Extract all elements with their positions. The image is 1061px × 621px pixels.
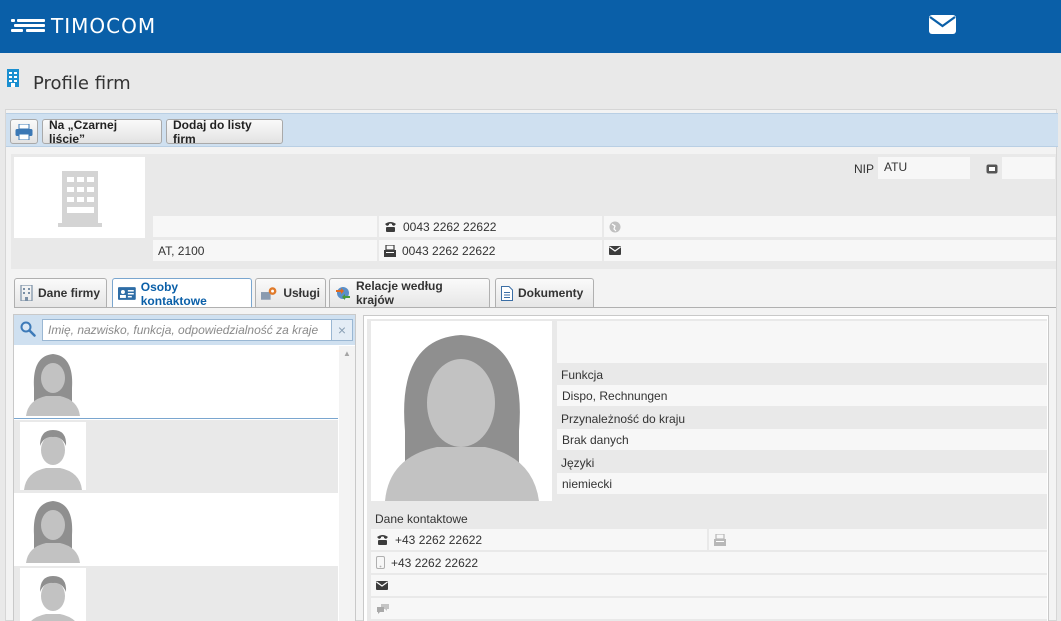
contact-phone-value: +43 2262 22622 xyxy=(395,532,483,547)
print-button[interactable] xyxy=(10,119,38,144)
mobile-phone-icon xyxy=(376,556,385,569)
tab-label: Osoby kontaktowe xyxy=(140,279,207,308)
contact-list-scrollbar[interactable]: ▲ xyxy=(339,346,355,621)
tab-services[interactable]: Usługi xyxy=(255,278,326,307)
services-icon xyxy=(261,287,277,300)
company-fax: 0043 2262 22622 xyxy=(379,240,602,261)
phone-icon xyxy=(385,222,396,232)
brand-name: TIMOCOM xyxy=(51,14,157,38)
male-avatar-icon xyxy=(20,422,86,490)
contact-detail-body: Funkcja Dispo, Rechnungen Przynależność … xyxy=(367,319,1047,621)
tab-label: Usługi xyxy=(283,286,320,300)
scroll-up-arrow-icon[interactable]: ▲ xyxy=(339,346,355,360)
search-bar: × xyxy=(14,315,355,345)
globe-icon xyxy=(609,221,621,232)
company-phone: 0043 2262 22622 xyxy=(379,216,602,237)
contact-list-panel: × ▲ xyxy=(13,314,356,621)
company-address: AT, 2100 xyxy=(153,240,377,261)
country-value: Brak danych xyxy=(557,429,1047,450)
envelope-icon[interactable] xyxy=(929,15,956,34)
company-website[interactable] xyxy=(604,216,1056,237)
female-avatar-icon xyxy=(20,495,86,563)
id-card-icon xyxy=(986,163,998,174)
female-avatar-icon xyxy=(371,321,552,501)
tab-label: Relacje według krajów xyxy=(356,279,443,307)
contact-detail-panel: Funkcja Dispo, Rechnungen Przynależność … xyxy=(363,315,1049,621)
tab-documents[interactable]: Dokumenty xyxy=(495,278,594,307)
toolbar: Na „Czarnej liście” Dodaj do listy firm xyxy=(6,113,1058,147)
contact-list-item[interactable] xyxy=(14,420,338,493)
nip-extra-field xyxy=(1002,157,1055,179)
company-header: NIP ATU 0043 2262 22622 AT, 2100 0043 22… xyxy=(11,154,1056,269)
add-to-list-button[interactable]: Dodaj do listy firm xyxy=(166,118,283,146)
globe-arrows-icon xyxy=(336,287,350,300)
logo-mark-icon xyxy=(11,19,45,33)
tab-country-relations[interactable]: Relacje według krajów xyxy=(329,278,490,307)
envelope-icon xyxy=(376,581,388,590)
document-icon xyxy=(501,285,513,301)
contact-email[interactable] xyxy=(371,575,1047,596)
female-avatar-icon xyxy=(20,348,86,416)
fax-icon xyxy=(714,533,726,546)
building-icon xyxy=(20,285,33,301)
blacklist-button[interactable]: Na „Czarnej liście” xyxy=(42,118,162,146)
function-label: Funkcja xyxy=(561,368,604,382)
tabs-divider xyxy=(14,307,1056,308)
clear-search-button[interactable]: × xyxy=(332,319,353,341)
page-header: Profile firm xyxy=(0,53,1061,109)
fax-icon xyxy=(384,244,396,257)
nip-field: ATU xyxy=(878,157,970,179)
contact-phone: +43 2262 22622 xyxy=(371,529,707,550)
top-bar: TIMOCOM xyxy=(0,0,1061,53)
tab-company-data[interactable]: Dane firmy xyxy=(14,278,107,307)
company-profile-panel: Na „Czarnej liście” Dodaj do listy firm … xyxy=(5,109,1058,621)
timocom-logo[interactable]: TIMOCOM xyxy=(11,13,156,39)
contact-mobile-value: +43 2262 22622 xyxy=(391,555,479,570)
tab-contact-persons[interactable]: Osoby kontaktowe xyxy=(112,278,252,308)
contact-search-input[interactable] xyxy=(42,319,332,341)
search-icon xyxy=(20,321,36,337)
contact-card-icon xyxy=(118,287,136,300)
company-fax-value: 0043 2262 22622 xyxy=(402,243,496,258)
contact-name-field xyxy=(557,321,1047,363)
tab-label: Dokumenty xyxy=(518,286,584,300)
function-value: Dispo, Rechnungen xyxy=(557,385,1047,406)
languages-label: Języki xyxy=(561,456,595,470)
contact-data-label: Dane kontaktowe xyxy=(375,512,468,526)
envelope-icon xyxy=(609,246,621,255)
company-logo-placeholder xyxy=(14,157,145,238)
tab-label: Dane firmy xyxy=(38,286,101,300)
company-email[interactable] xyxy=(604,240,1056,261)
contact-list-item[interactable] xyxy=(14,346,338,419)
country-label: Przynależność do kraju xyxy=(561,412,686,426)
printer-icon xyxy=(15,123,33,140)
contact-fax xyxy=(709,529,1047,550)
contact-list-item[interactable] xyxy=(14,493,338,566)
nip-label: NIP xyxy=(854,162,875,176)
male-avatar-icon xyxy=(20,568,86,621)
building-icon xyxy=(6,69,20,87)
contact-mobile: +43 2262 22622 xyxy=(371,552,1047,573)
phone-icon xyxy=(377,535,388,545)
company-name-line xyxy=(153,216,377,237)
contact-messenger[interactable] xyxy=(371,598,1047,619)
contact-list-item[interactable] xyxy=(14,566,338,621)
languages-value: niemiecki xyxy=(557,473,1047,494)
chat-bubbles-icon xyxy=(377,604,389,614)
company-phone-value: 0043 2262 22622 xyxy=(403,219,497,234)
page-title: Profile firm xyxy=(33,73,131,94)
